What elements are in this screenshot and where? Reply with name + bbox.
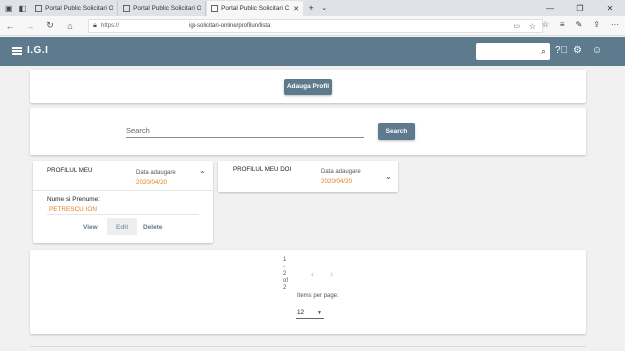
name-field-value: PETRESCU ION bbox=[49, 206, 97, 213]
maximize-icon[interactable]: ❐ bbox=[565, 4, 595, 13]
profile-date-label: Data adaugare bbox=[136, 170, 176, 176]
tab-back-icon[interactable]: ◧ bbox=[19, 4, 27, 13]
account-icon[interactable]: ☺ bbox=[592, 45, 602, 56]
header-search-input[interactable]: ⌕ bbox=[476, 43, 550, 60]
favicon-icon bbox=[35, 5, 43, 12]
pen-icon[interactable]: ✎ bbox=[576, 20, 583, 29]
browser-address-bar: ← → ↻ ⌂ 🔒︎ https:// igi-solicitari-onlin… bbox=[0, 16, 625, 36]
name-field-label: Nume si Prenume: bbox=[47, 196, 100, 203]
search-button[interactable]: Search bbox=[378, 123, 415, 140]
pagination-card bbox=[30, 250, 586, 334]
lock-icon: 🔒︎ bbox=[93, 22, 97, 29]
browser-tab-active[interactable]: Portal Public Solicitari C ✕ bbox=[207, 1, 304, 16]
browser-toolbar-icons: ☆ ≡ ✎ ⇪ ··· bbox=[542, 20, 619, 29]
url-protocol: https:// bbox=[101, 23, 120, 29]
select-underline bbox=[296, 318, 324, 319]
browser-tab-strip: ▣ ◧ Portal Public Solicitari Onlin Porta… bbox=[0, 0, 625, 16]
footer-divider bbox=[30, 346, 586, 347]
browser-tab[interactable]: Portal Public Solicitari Onlin bbox=[119, 1, 207, 16]
window-controls: — ❐ ✕ bbox=[535, 0, 625, 16]
profile-date-label: Data adaugare bbox=[321, 169, 361, 175]
page-scrollbar[interactable] bbox=[616, 66, 625, 351]
view-button[interactable]: View bbox=[83, 224, 98, 231]
tab-actions: ▣ ◧ bbox=[0, 0, 31, 16]
range-part: - bbox=[283, 264, 285, 270]
dropdown-caret-icon[interactable]: ▼ bbox=[317, 310, 322, 316]
reading-view-icon[interactable]: ▭ bbox=[513, 22, 520, 30]
menu-icon[interactable] bbox=[12, 47, 22, 55]
tab-title: Portal Public Solicitari C bbox=[221, 5, 290, 12]
range-part: 1 bbox=[283, 257, 287, 263]
tab-title: Portal Public Solicitari Onlin bbox=[45, 5, 113, 12]
add-profile-card: Adauga Profil bbox=[30, 70, 586, 103]
share-icon[interactable]: ⇪ bbox=[593, 20, 600, 29]
minimize-icon[interactable]: — bbox=[535, 4, 565, 13]
profile-date: 2020/04/20 bbox=[136, 179, 167, 186]
items-per-page-label: Items per page: bbox=[297, 293, 339, 299]
next-page-icon[interactable]: › bbox=[330, 269, 333, 279]
gear-icon[interactable]: ⚙ bbox=[573, 45, 582, 56]
app-header: I.G.I ⌕ ?⃝ ⚙ ☺ bbox=[0, 37, 625, 66]
search-field-label: Search bbox=[126, 126, 150, 135]
search-input[interactable] bbox=[126, 137, 364, 138]
help-icon[interactable]: ?⃝ bbox=[555, 45, 568, 56]
items-per-page-select[interactable]: 12 bbox=[297, 309, 304, 316]
range-part: of bbox=[283, 278, 289, 284]
profile-date: 2020/04/20 bbox=[321, 178, 352, 185]
back-arrow-icon[interactable]: ← bbox=[0, 21, 20, 31]
range-part: 2 bbox=[283, 285, 287, 291]
add-profile-button[interactable]: Adauga Profil bbox=[284, 79, 332, 95]
profile-title: PROFILUL MEU bbox=[47, 167, 93, 174]
new-tab-button[interactable]: + bbox=[304, 1, 318, 16]
favicon-icon bbox=[211, 5, 219, 12]
previous-page-icon[interactable]: ‹ bbox=[311, 269, 314, 279]
app-brand[interactable]: I.G.I bbox=[27, 45, 48, 56]
refresh-icon[interactable]: ↻ bbox=[40, 20, 60, 31]
divider bbox=[33, 190, 213, 191]
delete-button[interactable]: Delete bbox=[143, 224, 163, 231]
favorites-icon[interactable]: ☆ bbox=[542, 20, 549, 29]
forward-arrow-icon[interactable]: → bbox=[20, 21, 40, 31]
tab-title: Portal Public Solicitari Onlin bbox=[133, 5, 201, 12]
favicon-icon bbox=[123, 5, 131, 12]
url-field[interactable]: 🔒︎ https:// igi-solicitari-online/profil… bbox=[88, 19, 543, 33]
tab-actions-icon[interactable]: ▣ bbox=[5, 4, 13, 13]
profile-title: PROFILUL MEU DOI bbox=[233, 166, 292, 173]
url-host: igi-solicitari-online/profilun/lista bbox=[189, 23, 271, 29]
home-icon[interactable]: ⌂ bbox=[60, 21, 80, 31]
favorite-star-icon[interactable]: ☆ bbox=[529, 22, 536, 31]
chevron-up-icon[interactable]: ⌃ bbox=[199, 170, 206, 179]
search-icon[interactable]: ⌕ bbox=[541, 46, 546, 57]
edit-button[interactable]: Edit bbox=[116, 224, 128, 231]
range-label: 1 - 2 of 2 bbox=[283, 257, 288, 292]
range-part: 2 bbox=[283, 271, 287, 277]
search-card bbox=[30, 108, 586, 155]
close-window-icon[interactable]: ✕ bbox=[595, 4, 625, 13]
divider bbox=[47, 214, 199, 215]
tab-list-chevron-icon[interactable]: ⌄ bbox=[318, 1, 330, 16]
browser-tab[interactable]: Portal Public Solicitari Onlin bbox=[31, 1, 119, 16]
more-icon[interactable]: ··· bbox=[611, 20, 619, 29]
reading-list-icon[interactable]: ≡ bbox=[560, 20, 565, 29]
chevron-down-icon[interactable]: ⌄ bbox=[385, 172, 392, 181]
close-tab-icon[interactable]: ✕ bbox=[293, 5, 299, 13]
